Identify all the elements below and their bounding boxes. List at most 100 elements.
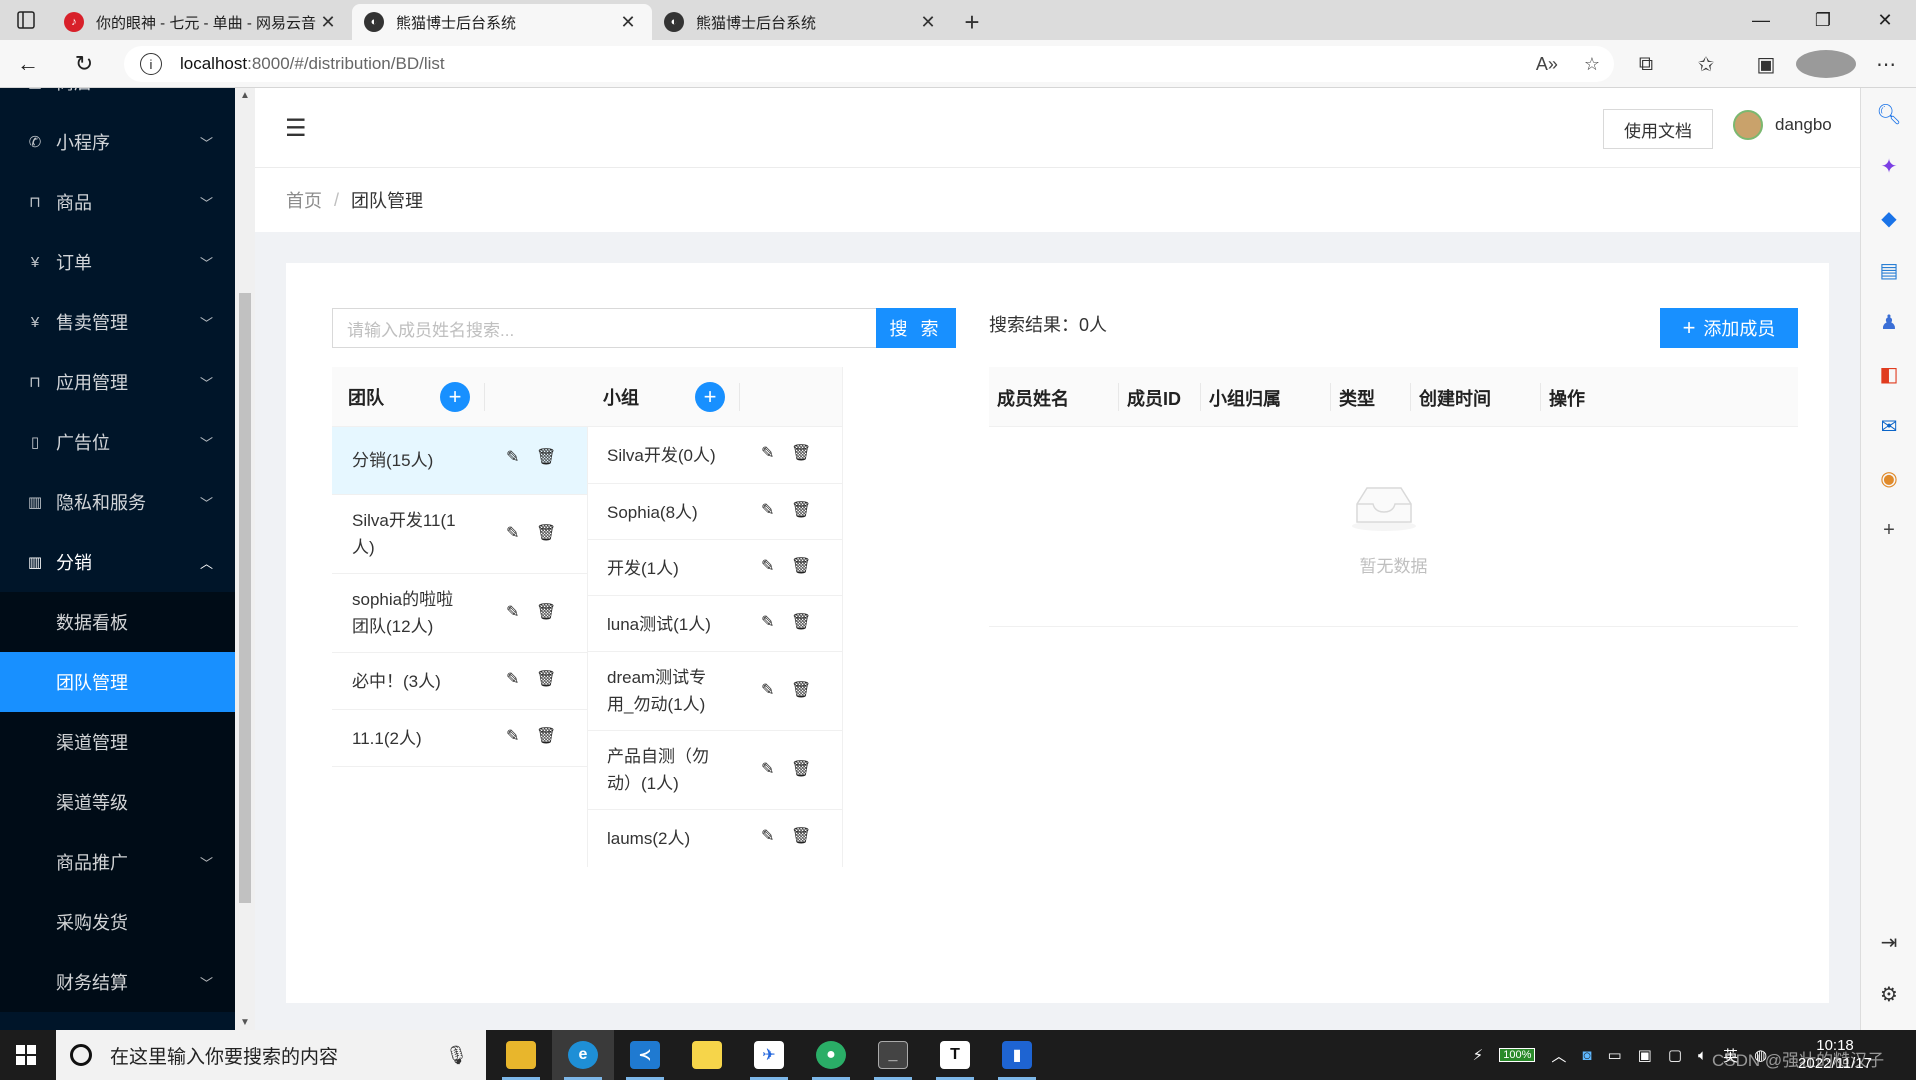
edge-browser-icon[interactable]: e xyxy=(552,1030,614,1080)
wechat-icon[interactable]: ● xyxy=(800,1030,862,1080)
edit-pencil-icon[interactable]: ✎ xyxy=(506,602,519,622)
delete-trash-icon[interactable]: 🗑︎ xyxy=(791,443,811,463)
team-row[interactable]: Silva开发11(1人) ✎ 🗑︎ xyxy=(332,495,587,574)
edit-pencil-icon[interactable]: ✎ xyxy=(761,680,774,700)
delete-trash-icon[interactable]: 🗑︎ xyxy=(536,523,556,543)
taskbar-search-box[interactable]: 在这里输入你要搜索的内容 🎙︎ xyxy=(56,1030,486,1080)
close-icon[interactable]: ✕ xyxy=(616,12,640,33)
read-aloud-icon[interactable]: A» xyxy=(1536,54,1558,75)
window-close-icon[interactable]: ✕ xyxy=(1854,0,1916,40)
delete-trash-icon[interactable]: 🗑︎ xyxy=(536,726,556,746)
windows-start-icon[interactable] xyxy=(0,1030,52,1080)
chevron-up-icon[interactable]: ︿ xyxy=(1551,1045,1566,1066)
tools-icon[interactable]: ▤ xyxy=(1861,244,1916,296)
microphone-icon[interactable]: 🎙︎ xyxy=(445,1045,468,1066)
menu-fold-icon[interactable]: ☰ xyxy=(285,114,307,143)
team-row[interactable]: 11.1(2人) ✎ 🗑︎ xyxy=(332,710,587,767)
edit-pencil-icon[interactable]: ✎ xyxy=(506,447,519,467)
hide-sidebar-icon[interactable]: ⇥ xyxy=(1861,916,1916,968)
sidebar-item-orders[interactable]: ¥ 订单 ﹀ xyxy=(0,232,235,292)
delete-trash-icon[interactable]: 🗑︎ xyxy=(791,556,811,576)
sidebar-item-privacy[interactable]: ▥ 隐私和服务 ﹀ xyxy=(0,472,235,532)
group-row[interactable]: 产品自测（勿动）(1人) ✎ 🗑︎ xyxy=(587,731,842,810)
copilot-sparkle-icon[interactable]: ✦ xyxy=(1861,140,1916,192)
sidebar-subitem-channel-management[interactable]: 渠道管理 xyxy=(0,712,235,772)
delete-trash-icon[interactable]: 🗑︎ xyxy=(791,612,811,632)
tray-screen-icon[interactable]: ▣ xyxy=(1638,1046,1652,1064)
scroll-down-arrow-icon[interactable]: ▼ xyxy=(235,1017,255,1028)
shopping-tag-icon[interactable]: ◆ xyxy=(1861,192,1916,244)
group-row[interactable]: 开发(1人) ✎ 🗑︎ xyxy=(587,540,842,596)
scroll-up-arrow-icon[interactable]: ▲ xyxy=(235,90,255,101)
group-row[interactable]: laums(2人) ✎ 🗑︎ xyxy=(587,810,842,866)
edit-pencil-icon[interactable]: ✎ xyxy=(761,556,774,576)
browser-tab-music[interactable]: ♪ 你的眼神 - 七元 - 单曲 - 网易云音乐 ✕ xyxy=(52,4,352,40)
site-info-icon[interactable]: i xyxy=(140,53,162,75)
minimize-icon[interactable]: — xyxy=(1730,0,1792,40)
delete-trash-icon[interactable]: 🗑︎ xyxy=(791,759,811,779)
edit-pencil-icon[interactable]: ✎ xyxy=(761,759,774,779)
browser-tab-admin[interactable]: ◐ 熊猫博士后台系统 ✕ xyxy=(652,4,952,40)
edit-pencil-icon[interactable]: ✎ xyxy=(506,523,519,543)
office-icon[interactable]: ◧ xyxy=(1861,348,1916,400)
back-arrow-icon[interactable]: ← xyxy=(0,40,56,88)
browser-tab-admin-active[interactable]: ◐ 熊猫博士后台系统 ✕ xyxy=(352,4,652,40)
search-icon[interactable]: 🔍︎ xyxy=(1861,88,1916,140)
edit-pencil-icon[interactable]: ✎ xyxy=(761,826,774,846)
url-field[interactable]: i localhost:8000/#/distribution/BD/list … xyxy=(124,46,1614,82)
network-icon[interactable]: ▢ xyxy=(1668,1046,1682,1064)
power-plug-icon[interactable]: ⚡ xyxy=(1473,1046,1484,1064)
sidebar-subitem-team-management[interactable]: 团队管理 xyxy=(0,652,235,712)
favorites-icon[interactable]: ✩ xyxy=(1676,52,1736,77)
delete-trash-icon[interactable]: 🗑︎ xyxy=(791,826,811,846)
edit-pencil-icon[interactable]: ✎ xyxy=(761,500,774,520)
docs-button[interactable]: 使用文档 xyxy=(1603,109,1713,149)
close-icon[interactable]: ✕ xyxy=(316,12,340,33)
restore-icon[interactable]: ❐ xyxy=(1792,0,1854,40)
sidebar-item-shop[interactable]: ▦ 商店 ﹀ xyxy=(0,88,235,112)
breadcrumb-home[interactable]: 首页 xyxy=(286,187,322,213)
settings-gear-icon[interactable]: ⚙ xyxy=(1861,968,1916,1020)
edit-pencil-icon[interactable]: ✎ xyxy=(506,726,519,746)
search-button[interactable]: 搜 索 xyxy=(876,308,956,348)
team-row[interactable]: sophia的啦啦团队(12人) ✎ 🗑︎ xyxy=(332,574,587,653)
tray-battery-icon[interactable]: ▭ xyxy=(1607,1046,1621,1064)
edit-pencil-icon[interactable]: ✎ xyxy=(761,612,774,632)
team-row[interactable]: 必中！(3人) ✎ 🗑︎ xyxy=(332,653,587,710)
shield-app-icon[interactable]: ▮ xyxy=(986,1030,1048,1080)
tab-actions-icon[interactable] xyxy=(0,0,52,40)
delete-trash-icon[interactable]: 🗑︎ xyxy=(791,680,811,700)
sidebar-scrollbar[interactable]: ▲ ▼ xyxy=(235,88,255,1030)
new-tab-icon[interactable]: + xyxy=(952,4,992,40)
edit-pencil-icon[interactable]: ✎ xyxy=(761,443,774,463)
terminal-icon[interactable]: _ xyxy=(862,1030,924,1080)
close-icon[interactable]: ✕ xyxy=(916,12,940,33)
collections-icon[interactable]: ▣ xyxy=(1736,52,1796,77)
sidebar-subitem-channel-level[interactable]: 渠道等级 xyxy=(0,772,235,832)
group-row[interactable]: Silva开发(0人) ✎ 🗑︎ xyxy=(587,427,842,484)
add-group-plus-icon[interactable]: + xyxy=(695,382,725,412)
typora-icon[interactable]: T xyxy=(924,1030,986,1080)
sidebar-item-products[interactable]: ⊓ 商品 ﹀ xyxy=(0,172,235,232)
feishu-icon[interactable]: ✈ xyxy=(738,1030,800,1080)
delete-trash-icon[interactable]: 🗑︎ xyxy=(536,447,556,467)
volume-icon[interactable]: 🔈︎ xyxy=(1698,1047,1707,1064)
drop-icon[interactable]: ◉ xyxy=(1861,452,1916,504)
group-row[interactable]: luna测试(1人) ✎ 🗑︎ xyxy=(587,596,842,652)
delete-trash-icon[interactable]: 🗑︎ xyxy=(536,602,556,622)
sidebar-subitem-product-promotion[interactable]: 商品推广 ﹀ xyxy=(0,832,235,892)
more-options-icon[interactable]: ⋯ xyxy=(1856,52,1916,77)
sidebar-item-miniprogram[interactable]: ✆ 小程序 ﹀ xyxy=(0,112,235,172)
sidebar-item-ads[interactable]: ▯ 广告位 ﹀ xyxy=(0,412,235,472)
scrollbar-thumb[interactable] xyxy=(239,293,251,903)
add-favorite-icon[interactable]: ☆ xyxy=(1584,54,1600,75)
sidebar-item-apps[interactable]: ⊓ 应用管理 ﹀ xyxy=(0,352,235,412)
sidebar-item-sales[interactable]: ¥ 售卖管理 ﹀ xyxy=(0,292,235,352)
profile-avatar[interactable] xyxy=(1796,50,1856,78)
add-member-button[interactable]: + 添加成员 xyxy=(1660,308,1798,348)
edit-pencil-icon[interactable]: ✎ xyxy=(506,669,519,689)
delete-trash-icon[interactable]: 🗑︎ xyxy=(791,500,811,520)
sticky-notes-icon[interactable] xyxy=(676,1030,738,1080)
vscode-icon[interactable]: ≺ xyxy=(614,1030,676,1080)
battery-indicator[interactable]: 100% xyxy=(1499,1048,1536,1062)
